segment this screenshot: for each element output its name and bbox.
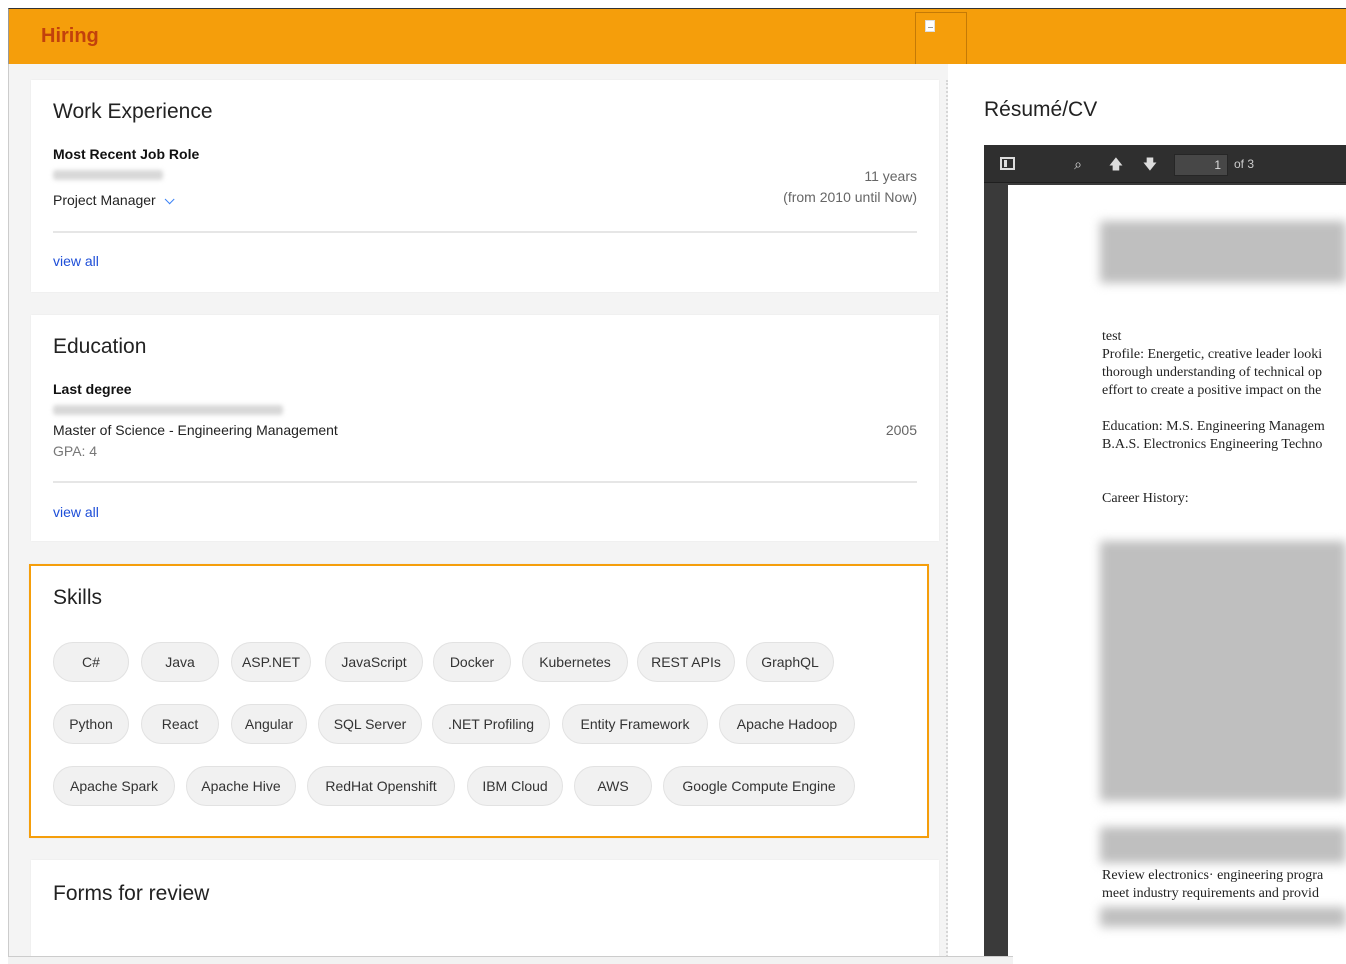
redacted-header	[1100, 221, 1346, 283]
work-experience-title: Work Experience	[53, 100, 213, 123]
candidate-details-panel: Work Experience Most Recent Job Role Pro…	[8, 64, 948, 964]
most-recent-job-label: Most Recent Job Role	[53, 146, 200, 162]
skills-card: Skills C# Java ASP.NET JavaScript Docker…	[29, 564, 929, 838]
page-number-input[interactable]: 1	[1174, 154, 1228, 176]
header-document-tab[interactable]	[915, 12, 967, 64]
skill-chip[interactable]: RedHat Openshift	[307, 766, 455, 806]
skill-chip[interactable]: Google Compute Engine	[663, 766, 855, 806]
pdf-page: test Profile: Energetic, creative leader…	[1008, 185, 1346, 964]
job-duration-period: (from 2010 until Now)	[783, 189, 917, 205]
arrow-down-icon[interactable]: 🡇	[1142, 156, 1158, 172]
skill-chip[interactable]: Apache Hive	[186, 766, 296, 806]
skill-chip[interactable]: ASP.NET	[231, 642, 311, 682]
divider	[53, 481, 917, 483]
app-header: Hiring	[8, 8, 1346, 64]
resume-line: test	[1102, 329, 1122, 344]
resume-line: Review electronics· engineering progra	[1102, 868, 1324, 883]
job-role-dropdown[interactable]: Project Manager	[53, 192, 175, 208]
skill-chip[interactable]: React	[141, 704, 219, 744]
redacted-text	[1100, 907, 1346, 927]
arrow-up-icon[interactable]: 🡅	[1108, 156, 1124, 172]
skill-chip[interactable]: Docker	[433, 642, 511, 682]
work-experience-card: Work Experience Most Recent Job Role Pro…	[31, 80, 939, 292]
redacted-employer	[53, 170, 163, 180]
redacted-url	[8, 957, 1013, 964]
app-title: Hiring	[41, 25, 99, 47]
skill-chip[interactable]: IBM Cloud	[467, 766, 563, 806]
skill-chip[interactable]: AWS	[574, 766, 652, 806]
top-strip	[0, 0, 1346, 8]
skill-chip[interactable]: REST APIs	[637, 642, 735, 682]
browser-status-bar	[8, 956, 1013, 964]
chevron-down-icon	[164, 194, 175, 205]
skill-chip[interactable]: Entity Framework	[562, 704, 708, 744]
resume-line: effort to create a positive impact on th…	[1102, 383, 1322, 398]
degree-text: Master of Science - Engineering Manageme…	[53, 422, 338, 438]
search-icon[interactable]: ⌕	[1070, 156, 1086, 172]
education-title: Education	[53, 335, 147, 358]
last-degree-label: Last degree	[53, 381, 132, 397]
redacted-career-history	[1100, 541, 1346, 801]
resume-panel: Résumé/CV ⌕ 🡅 🡇 1 of 3 test Profile: Ene…	[962, 64, 1346, 964]
gpa-text: GPA: 4	[53, 443, 98, 459]
skill-chip[interactable]: SQL Server	[318, 704, 422, 744]
skill-chip[interactable]: Angular	[231, 704, 307, 744]
sidebar-toggle-icon[interactable]	[1000, 157, 1015, 170]
skill-chip[interactable]: Python	[53, 704, 129, 744]
redacted-job-entry	[1100, 827, 1346, 863]
job-duration: 11 years (from 2010 until Now)	[783, 166, 917, 208]
panel-divider[interactable]	[946, 80, 948, 964]
skill-chip[interactable]: Kubernetes	[522, 642, 628, 682]
redacted-school	[53, 405, 283, 415]
education-card: Education Last degree Master of Science …	[31, 315, 939, 541]
skills-title: Skills	[53, 586, 103, 609]
forms-title: Forms for review	[53, 882, 210, 905]
skill-chip[interactable]: .NET Profiling	[432, 704, 550, 744]
skill-chip[interactable]: C#	[53, 642, 129, 682]
skill-chip[interactable]: Apache Spark	[53, 766, 175, 806]
graduation-year: 2005	[885, 422, 917, 438]
resume-line: Education: M.S. Engineering Managem	[1102, 419, 1325, 434]
resume-title: Résumé/CV	[984, 98, 1098, 121]
skill-chip[interactable]: JavaScript	[325, 642, 423, 682]
pdf-viewer[interactable]: ⌕ 🡅 🡇 1 of 3 test Profile: Energetic, cr…	[984, 145, 1346, 964]
resume-line: B.A.S. Electronics Engineering Techno	[1102, 437, 1323, 452]
job-duration-years: 11 years	[864, 168, 917, 184]
resume-line: meet industry requirements and provid	[1102, 886, 1319, 901]
skill-chip[interactable]: Java	[141, 642, 219, 682]
page-total: of 3	[1234, 157, 1255, 171]
skill-chip[interactable]: GraphQL	[746, 642, 834, 682]
work-experience-view-all-link[interactable]: view all	[53, 253, 99, 269]
education-view-all-link[interactable]: view all	[53, 504, 99, 520]
resume-line: thorough understanding of technical op	[1102, 365, 1323, 380]
resume-line: Career History:	[1102, 491, 1189, 506]
skill-chip[interactable]: Apache Hadoop	[719, 704, 855, 744]
pdf-toolbar: ⌕ 🡅 🡇 1 of 3	[984, 145, 1346, 183]
forms-card: Forms for review	[31, 860, 939, 964]
resume-line: Profile: Energetic, creative leader look…	[1102, 347, 1323, 362]
divider	[53, 231, 917, 233]
document-icon	[925, 20, 935, 32]
job-role-text: Project Manager	[53, 192, 156, 208]
